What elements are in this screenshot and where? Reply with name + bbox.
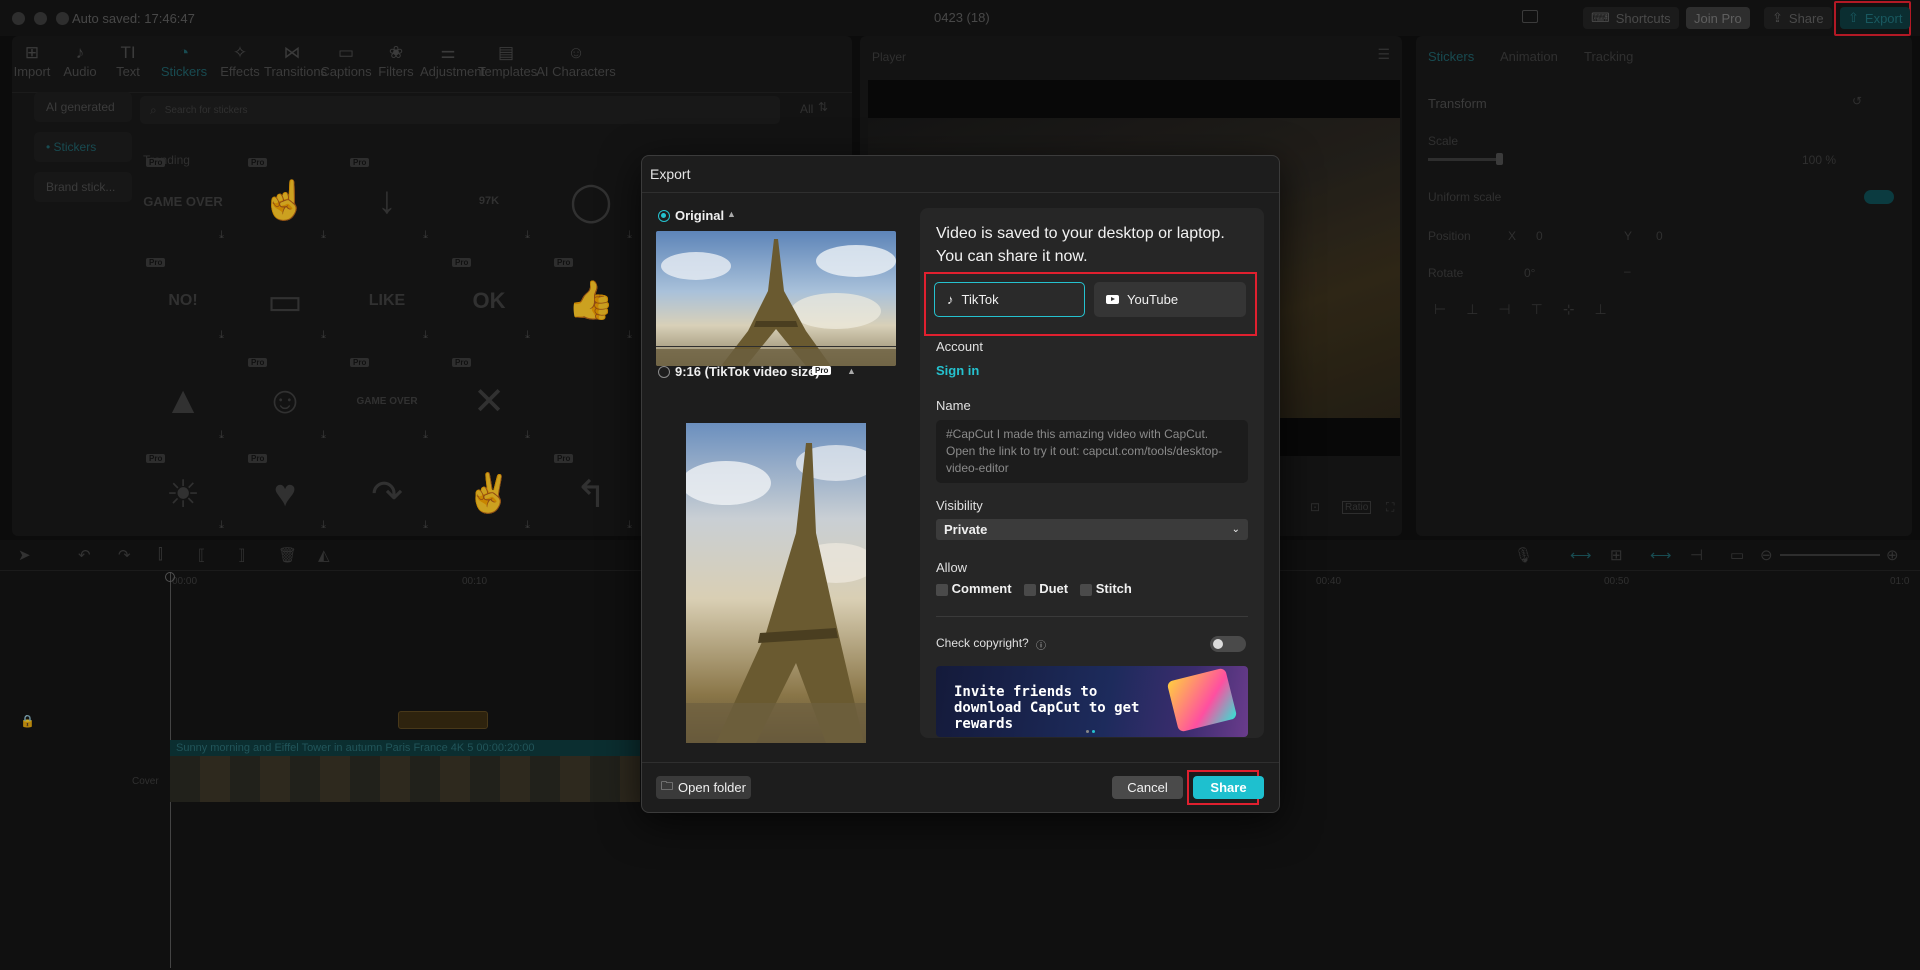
banner-text: Invite friends to download CapCut to get… <box>954 684 1140 732</box>
allow-options: Comment Duet Stitch <box>936 581 1132 596</box>
comment-checkbox[interactable]: Comment <box>936 581 1012 596</box>
share-label: Share <box>1210 780 1247 795</box>
visibility-label: Visibility <box>936 498 983 513</box>
tiktok-icon: ♪ <box>947 292 954 307</box>
dialog-title: Export <box>650 166 691 182</box>
chevron-down-icon: ⌄ <box>1231 524 1240 535</box>
toggle-knob <box>1213 639 1223 649</box>
account-label: Account <box>936 339 983 354</box>
saved-message: Video is saved to your desktop or laptop… <box>936 225 1225 265</box>
original-radio[interactable] <box>658 210 670 222</box>
chevron-up-icon[interactable]: ▲ <box>727 209 736 219</box>
name-placeholder: #CapCut I made this amazing video with C… <box>946 427 1223 475</box>
folder-icon: 🗀 <box>661 779 674 793</box>
tiktok-button[interactable]: ♪ TikTok <box>934 282 1085 317</box>
duet-label: Duet <box>1039 581 1069 596</box>
name-label: Name <box>936 398 971 413</box>
duet-checkbox[interactable]: Duet <box>1023 581 1069 596</box>
pro-badge: Pro <box>812 366 832 375</box>
comment-label: Comment <box>951 581 1012 596</box>
open-folder-button[interactable]: 🗀 Open folder <box>656 776 751 799</box>
original-label: Original <box>675 208 725 223</box>
help-icon[interactable]: ⓘ <box>1036 637 1046 652</box>
gift-graphic <box>1166 667 1238 733</box>
allow-label: Allow <box>936 560 968 575</box>
export-dialog: Export Original ▲ 9:16 (TikTok video siz… <box>641 155 1280 813</box>
youtube-icon <box>1106 295 1119 304</box>
tiktok-label: TikTok <box>961 292 999 307</box>
copyright-toggle[interactable] <box>1210 636 1246 652</box>
visibility-value: Private <box>944 522 988 537</box>
stitch-checkbox[interactable]: Stitch <box>1080 581 1132 596</box>
eiffel-tower-vertical-graphic <box>686 443 866 743</box>
banner-pagination <box>1086 730 1098 733</box>
share-panel: Video is saved to your desktop or laptop… <box>920 208 1264 738</box>
visibility-select[interactable]: Private ⌄ <box>936 519 1248 540</box>
open-folder-label: Open folder <box>678 780 746 795</box>
cancel-label: Cancel <box>1127 780 1168 795</box>
tiktok-size-radio[interactable] <box>658 366 670 378</box>
invite-banner[interactable]: Invite friends to download CapCut to get… <box>936 666 1248 737</box>
youtube-button[interactable]: YouTube <box>1094 282 1246 317</box>
name-textarea[interactable]: #CapCut I made this amazing video with C… <box>936 420 1248 483</box>
copyright-label: Check copyright? <box>936 636 1029 650</box>
cancel-button[interactable]: Cancel <box>1112 776 1183 799</box>
chevron-up-icon-2[interactable]: ▲ <box>847 366 856 376</box>
share-button[interactable]: Share <box>1193 776 1264 799</box>
sign-in-link[interactable]: Sign in <box>936 363 979 378</box>
stitch-label: Stitch <box>1095 581 1132 596</box>
tiktok-size-label: 9:16 (TikTok video size) <box>675 364 820 379</box>
vertical-preview-image <box>686 423 866 743</box>
youtube-label: YouTube <box>1127 292 1179 307</box>
